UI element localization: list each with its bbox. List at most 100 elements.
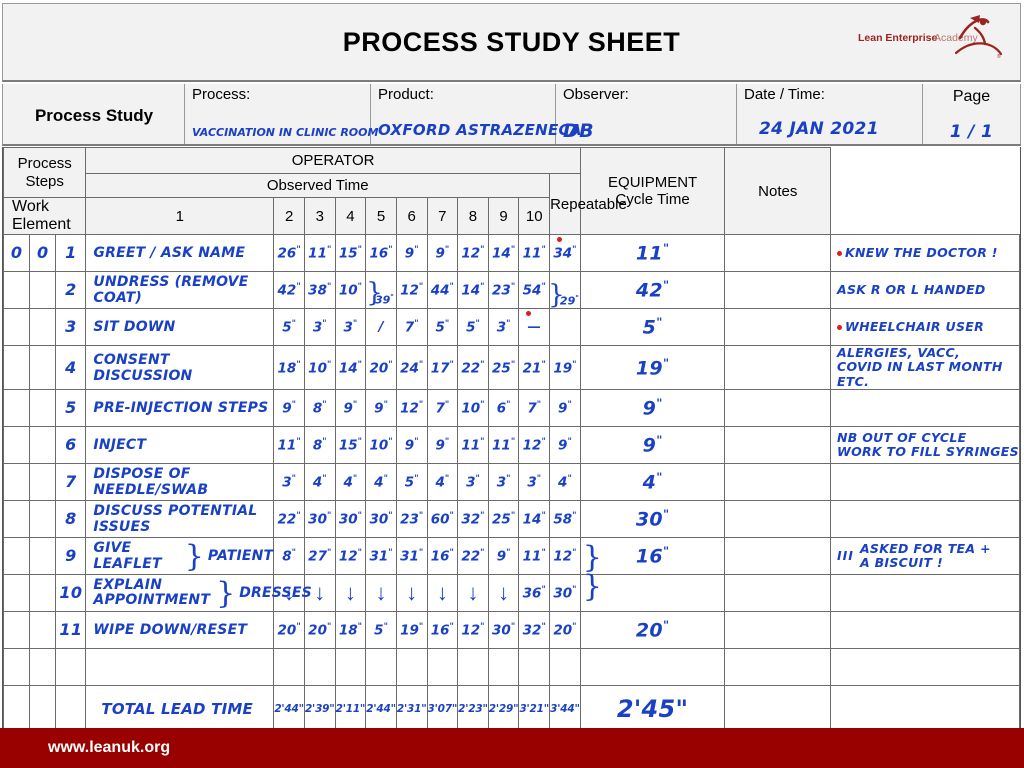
observed-time-cell[interactable]: 31" <box>395 537 428 576</box>
work-element-cell[interactable]: UNDRESS (REMOVE COAT) <box>85 271 275 309</box>
total-lead-time-cell[interactable]: 3'44" <box>549 685 581 733</box>
observed-time-cell[interactable]: 15" <box>334 426 367 465</box>
notes-cell[interactable] <box>829 611 1021 650</box>
notes-cell[interactable]: III ASKED FOR TEA + A BISCUIT ! <box>829 537 1021 576</box>
process-step-cell-3[interactable]: 9 <box>55 537 87 576</box>
observed-time-cell[interactable]: 4" <box>334 463 367 502</box>
observed-time-cell[interactable]: 3" <box>487 308 520 346</box>
observed-time-cell[interactable]: 19" <box>549 344 581 391</box>
observed-time-cell[interactable] <box>303 648 336 687</box>
observed-time-cell[interactable]: 16" <box>365 234 397 272</box>
observed-time-cell[interactable]: 54" <box>518 271 551 309</box>
repeatable-cell[interactable]: 16"} <box>579 537 726 576</box>
repeatable-cell[interactable]: 42" <box>579 271 726 309</box>
observed-time-cell[interactable]: 7" <box>395 308 428 346</box>
observed-time-cell[interactable] <box>273 648 305 687</box>
observed-time-cell[interactable]: 9" <box>273 389 305 428</box>
product-field[interactable]: Product: OXFORD ASTRAZENECA <box>371 84 581 144</box>
observed-time-cell[interactable]: 5" <box>365 611 397 650</box>
observed-time-cell[interactable]: ↓ <box>457 574 489 613</box>
process-step-cell-3[interactable]: 2 <box>55 271 87 309</box>
process-step-cell-1[interactable] <box>2 500 31 539</box>
observed-time-cell[interactable]: 12" <box>395 271 428 309</box>
observed-time-cell[interactable]: 5" <box>395 463 428 502</box>
process-step-cell-1[interactable] <box>2 344 31 391</box>
equipment-cycle-time-cell[interactable] <box>724 234 831 272</box>
observed-time-cell[interactable]: / <box>365 308 397 346</box>
observed-time-cell[interactable]: } 39" <box>365 271 397 309</box>
observed-time-cell[interactable]: 9" <box>395 426 428 465</box>
process-step-cell-2[interactable] <box>29 426 57 465</box>
observed-time-cell[interactable]: 9" <box>549 389 581 428</box>
process-step-cell-3[interactable]: 3 <box>55 308 87 346</box>
observed-time-cell[interactable]: 18" <box>273 344 305 391</box>
equipment-cycle-time-cell[interactable] <box>724 389 831 428</box>
observed-time-cell[interactable]: 12" <box>334 537 367 576</box>
observed-time-cell[interactable]: 25" <box>487 500 520 539</box>
observed-time-cell[interactable]: 24" <box>395 344 428 391</box>
process-step-cell-1[interactable] <box>2 426 31 465</box>
observed-time-cell[interactable]: 15" <box>334 234 367 272</box>
process-step-cell-2[interactable] <box>29 685 57 733</box>
work-element-cell[interactable]: INJECT <box>85 426 275 465</box>
process-step-cell-2[interactable] <box>29 611 57 650</box>
observed-time-cell[interactable]: 26" <box>273 234 305 272</box>
observed-time-cell[interactable]: 38" <box>303 271 336 309</box>
equipment-cycle-time-cell[interactable] <box>724 611 831 650</box>
date-time-field[interactable]: Date / Time: 24 JAN 2021 <box>737 84 923 144</box>
notes-cell[interactable]: ALERGIES, VACC, COVID IN LAST MONTH ETC. <box>829 344 1021 391</box>
observed-time-cell[interactable]: 16" <box>426 537 459 576</box>
observed-time-cell[interactable]: 32" <box>457 500 489 539</box>
equipment-cycle-time-cell[interactable] <box>724 537 831 576</box>
observed-time-cell[interactable]: 20" <box>365 344 397 391</box>
observed-time-cell[interactable]: 22" <box>457 344 489 391</box>
repeatable-cell[interactable]: 19" <box>579 344 726 391</box>
total-lead-time-cell[interactable]: 2'11" <box>334 685 367 733</box>
observed-time-cell[interactable]: 27" <box>303 537 336 576</box>
observed-time-cell[interactable]: 4" <box>549 463 581 502</box>
observed-time-cell[interactable]: 30" <box>334 500 367 539</box>
observed-time-cell[interactable] <box>426 648 459 687</box>
notes-cell[interactable]: WHEELCHAIR USER <box>829 308 1021 346</box>
observed-time-cell[interactable]: 18" <box>334 611 367 650</box>
process-step-cell-3[interactable]: 6 <box>55 426 87 465</box>
work-element-cell[interactable]: CONSENT DISCUSSION <box>85 344 275 391</box>
observed-time-cell[interactable] <box>549 648 581 687</box>
observed-time-cell[interactable]: 10" <box>457 389 489 428</box>
notes-cell[interactable] <box>829 574 1021 613</box>
observed-time-cell[interactable]: 4" <box>426 463 459 502</box>
process-step-cell-1[interactable] <box>2 463 31 502</box>
observed-time-cell[interactable]: 3" <box>303 308 336 346</box>
equipment-cycle-time-cell[interactable] <box>724 574 831 613</box>
work-element-cell[interactable]: PRE-INJECTION STEPS <box>85 389 275 428</box>
repeatable-cell[interactable]: 9" <box>579 389 726 428</box>
observed-time-cell[interactable] <box>457 648 489 687</box>
work-element-cell[interactable]: GREET / ASK NAME <box>85 234 275 272</box>
repeatable-cell[interactable]: 20" <box>579 611 726 650</box>
process-step-cell-1[interactable] <box>2 389 31 428</box>
observed-time-cell[interactable]: 11" <box>518 234 551 272</box>
observed-time-cell[interactable]: 10" <box>334 271 367 309</box>
notes-cell[interactable]: ASK R OR L HANDED <box>829 271 1021 309</box>
observed-time-cell[interactable]: 5" <box>426 308 459 346</box>
observed-time-cell[interactable]: 3" <box>334 308 367 346</box>
observed-time-cell[interactable] <box>549 308 581 346</box>
observed-time-cell[interactable]: 9" <box>426 426 459 465</box>
process-step-cell-3[interactable]: 4 <box>55 344 87 391</box>
observed-time-cell[interactable]: ↓ <box>365 574 397 613</box>
observed-time-cell[interactable]: 20" <box>273 611 305 650</box>
observed-time-cell[interactable] <box>365 648 397 687</box>
observed-time-cell[interactable]: 23" <box>395 500 428 539</box>
notes-cell[interactable] <box>829 500 1021 539</box>
equipment-cycle-time-cell[interactable] <box>724 344 831 391</box>
notes-cell[interactable] <box>829 648 1021 687</box>
observed-time-cell[interactable]: 22" <box>273 500 305 539</box>
equipment-cycle-time-cell[interactable] <box>724 500 831 539</box>
process-step-cell-3[interactable]: 8 <box>55 500 87 539</box>
observed-time-cell[interactable]: 5" <box>273 308 305 346</box>
page-field[interactable]: Page 1 / 1 <box>923 84 1020 144</box>
process-step-cell-1[interactable] <box>2 685 31 733</box>
work-element-cell[interactable]: WIPE DOWN/RESET <box>85 611 275 650</box>
work-element-cell[interactable]: DISCUSS POTENTIAL ISSUES <box>85 500 275 539</box>
observed-time-cell[interactable]: 20" <box>549 611 581 650</box>
